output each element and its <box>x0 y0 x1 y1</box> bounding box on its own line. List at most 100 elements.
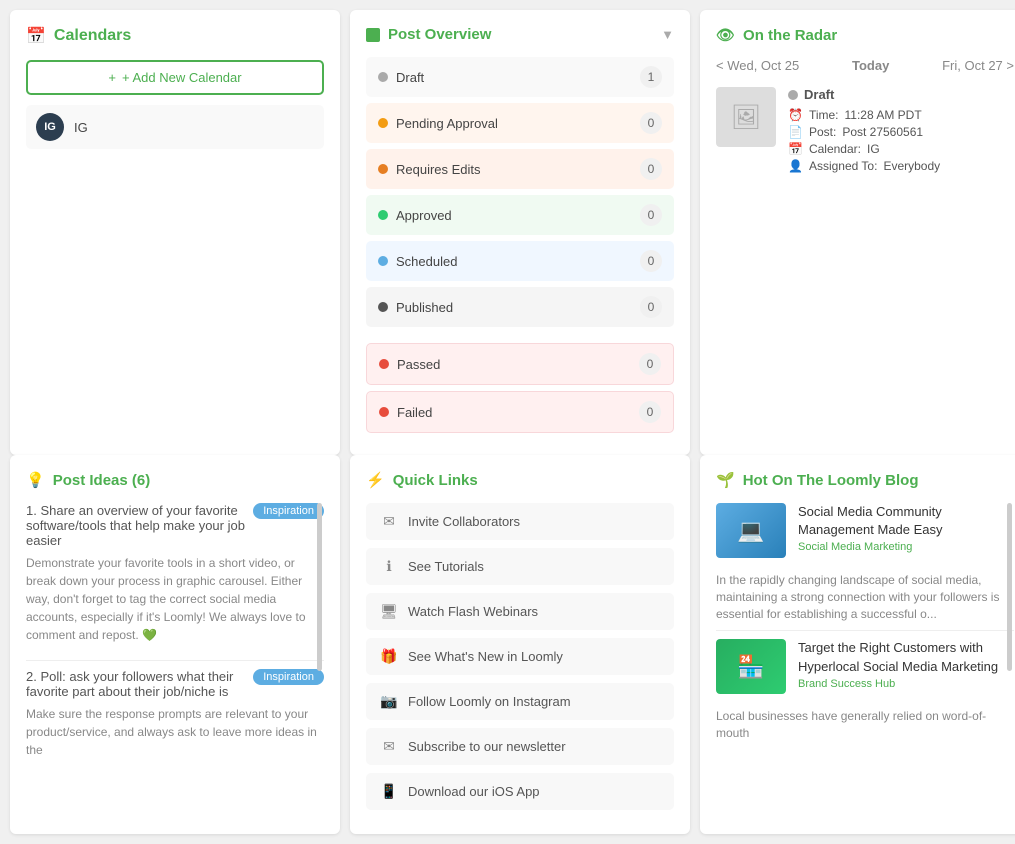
status-published[interactable]: Published 0 <box>366 287 674 327</box>
calendars-card: 📅 Calendars + + Add New Calendar IG IG <box>10 10 340 455</box>
article-desc-2: Local businesses have generally relied o… <box>716 708 1014 742</box>
square-icon <box>366 28 380 42</box>
dot-icon <box>379 359 389 369</box>
article-category-1: Social Media Marketing <box>798 541 1014 553</box>
image-icon: 🖼 <box>731 103 761 132</box>
post-icon: 📄 <box>788 125 803 139</box>
blog-thumbnail-1: 💻 <box>716 503 786 558</box>
email-icon: ✉ <box>380 513 398 530</box>
status-passed[interactable]: Passed 0 <box>366 343 674 385</box>
post-ideas-list[interactable]: 1. Share an overview of your favorite so… <box>26 503 324 783</box>
post-overview-card: Post Overview ▼ Draft 1 Pending Approval… <box>350 10 690 455</box>
quick-links-title: ⚡ Quick Links <box>366 471 674 489</box>
scrollbar[interactable] <box>1007 503 1012 671</box>
thumbnail-image-1: 💻 <box>716 503 786 558</box>
blog-image-icon: 💻 <box>737 518 764 544</box>
post-assigned: 👤 Assigned To: Everybody <box>788 159 1014 173</box>
calendar-item[interactable]: IG IG <box>26 105 324 149</box>
status-failed[interactable]: Failed 0 <box>366 391 674 433</box>
blog-info-1: Social Media Community Management Made E… <box>798 503 1014 558</box>
dot-icon <box>788 90 798 100</box>
count-badge: 1 <box>640 66 662 88</box>
count-badge: 0 <box>640 112 662 134</box>
blog-title: 🌱 Hot On The Loomly Blog <box>716 471 1014 489</box>
post-status: Draft <box>788 87 1014 102</box>
idea-item-2: 2. Poll: ask your followers what their f… <box>26 669 324 759</box>
see-tutorials-link[interactable]: ℹ See Tutorials <box>366 548 674 585</box>
post-thumbnail: 🖼 <box>716 87 776 147</box>
plus-icon: + <box>108 70 116 85</box>
count-badge: 0 <box>639 401 661 423</box>
post-id: 📄 Post: Post 27560561 <box>788 125 1014 139</box>
radar-title: 👁 On the Radar <box>716 26 1014 44</box>
idea-description: Make sure the response prompts are relev… <box>26 705 324 759</box>
blog-image-icon-2: 🏪 <box>737 654 764 680</box>
watch-webinars-link[interactable]: 🖥 Watch Flash Webinars <box>366 593 674 630</box>
dot-icon <box>378 72 388 82</box>
mobile-icon: 📱 <box>380 783 398 800</box>
status-draft[interactable]: Draft 1 <box>366 57 674 97</box>
post-ideas-title: 💡 Post Ideas (6) <box>26 471 324 489</box>
eye-icon: 👁 <box>716 26 735 44</box>
person-icon: 👤 <box>788 159 803 173</box>
blog-thumbnail-2: 🏪 <box>716 639 786 694</box>
clock-icon: ⏰ <box>788 108 803 122</box>
post-calendar: 📅 Calendar: IG <box>788 142 1014 156</box>
dot-icon <box>378 302 388 312</box>
status-scheduled[interactable]: Scheduled 0 <box>366 241 674 281</box>
dot-icon <box>378 164 388 174</box>
article-desc-1: In the rapidly changing landscape of soc… <box>716 572 1014 622</box>
radar-navigation: < Wed, Oct 25 Today Fri, Oct 27 > <box>716 58 1014 73</box>
avatar: IG <box>36 113 64 141</box>
dot-icon <box>378 256 388 266</box>
lightning-icon: ⚡ <box>366 471 385 489</box>
filter-icon[interactable]: ▼ <box>661 27 674 42</box>
post-time: ⏰ Time: 11:28 AM PDT <box>788 108 1014 122</box>
instagram-icon: 📷 <box>380 693 398 710</box>
calendars-title: 📅 Calendars <box>26 26 324 46</box>
quick-links-card: ⚡ Quick Links ✉ Invite Collaborators ℹ S… <box>350 455 690 834</box>
post-overview-header: Post Overview ▼ <box>366 26 674 43</box>
inspiration-badge: Inspiration <box>253 503 324 519</box>
count-badge: 0 <box>640 250 662 272</box>
gift-icon: 🎁 <box>380 648 398 665</box>
add-calendar-button[interactable]: + + Add New Calendar <box>26 60 324 95</box>
dot-icon <box>378 118 388 128</box>
blog-article-2[interactable]: 🏪 Target the Right Customers with Hyperl… <box>716 639 1014 694</box>
radar-post: 🖼 Draft ⏰ Time: 11:28 AM PDT 📄 Post: Pos… <box>716 87 1014 176</box>
count-badge: 0 <box>640 204 662 226</box>
on-the-radar-card: 👁 On the Radar < Wed, Oct 25 Today Fri, … <box>700 10 1015 455</box>
dot-icon <box>378 210 388 220</box>
calendar-name: IG <box>74 120 88 135</box>
whats-new-link[interactable]: 🎁 See What's New in Loomly <box>366 638 674 675</box>
status-requires-edits[interactable]: Requires Edits 0 <box>366 149 674 189</box>
hot-blog-card: 🌱 Hot On The Loomly Blog 💻 Social Media … <box>700 455 1015 834</box>
next-date[interactable]: Fri, Oct 27 > <box>942 58 1014 73</box>
calendar-icon: 📅 <box>788 142 803 156</box>
blog-article-1[interactable]: 💻 Social Media Community Management Made… <box>716 503 1014 558</box>
scrollbar[interactable] <box>317 503 322 671</box>
invite-collaborators-link[interactable]: ✉ Invite Collaborators <box>366 503 674 540</box>
idea-item-1: 1. Share an overview of your favorite so… <box>26 503 324 644</box>
post-ideas-card: 💡 Post Ideas (6) 1. Share an overview of… <box>10 455 340 834</box>
info-icon: ℹ <box>380 558 398 575</box>
download-ios-link[interactable]: 📱 Download our iOS App <box>366 773 674 810</box>
inspiration-badge: Inspiration <box>253 669 324 685</box>
follow-instagram-link[interactable]: 📷 Follow Loomly on Instagram <box>366 683 674 720</box>
newsletter-icon: ✉ <box>380 738 398 755</box>
prev-date[interactable]: < Wed, Oct 25 <box>716 58 799 73</box>
article-category-2: Brand Success Hub <box>798 678 1014 690</box>
status-pending[interactable]: Pending Approval 0 <box>366 103 674 143</box>
post-overview-title: Post Overview <box>366 26 491 43</box>
heart-icon: 💚 <box>142 628 157 642</box>
post-info: Draft ⏰ Time: 11:28 AM PDT 📄 Post: Post … <box>788 87 1014 176</box>
today-label[interactable]: Today <box>852 58 889 73</box>
dot-icon <box>379 407 389 417</box>
monitor-icon: 🖥 <box>380 603 398 620</box>
status-approved[interactable]: Approved 0 <box>366 195 674 235</box>
plant-icon: 🌱 <box>716 471 735 489</box>
subscribe-newsletter-link[interactable]: ✉ Subscribe to our newsletter <box>366 728 674 765</box>
count-badge: 0 <box>639 353 661 375</box>
bulb-icon: 💡 <box>26 471 45 489</box>
blog-info-2: Target the Right Customers with Hyperloc… <box>798 639 1014 694</box>
